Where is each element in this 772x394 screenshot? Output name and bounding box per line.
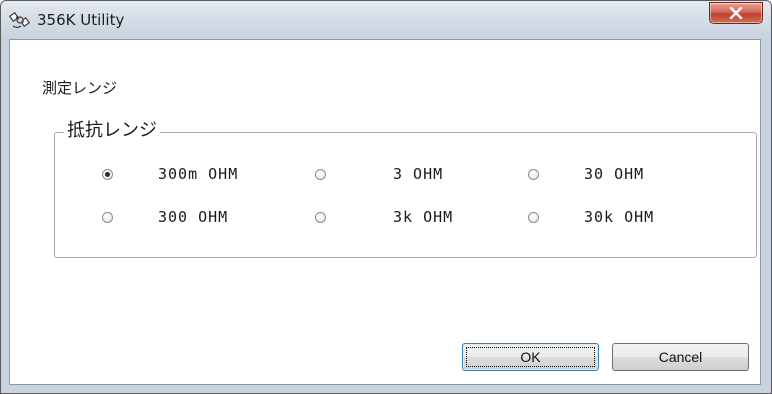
radio-3k-ohm[interactable]: 3k OHM: [315, 207, 535, 229]
groupbox-label: 抵抗レンジ: [64, 120, 160, 142]
close-button[interactable]: [709, 2, 763, 24]
cancel-button-label: Cancel: [658, 349, 703, 365]
radio-label: 30 OHM: [584, 165, 645, 183]
radio-label: 3 OHM: [393, 165, 444, 183]
dialog-window: 356K Utility 測定レンジ 抵抗レンジ 300m OHM 3 OHM …: [0, 0, 772, 394]
radio-label: 30k OHM: [584, 208, 655, 226]
radio-label: 300 OHM: [158, 208, 229, 226]
close-icon: [729, 7, 743, 19]
radio-button[interactable]: [528, 169, 539, 180]
radio-button[interactable]: [315, 212, 326, 223]
radio-button[interactable]: [102, 169, 113, 180]
radio-button[interactable]: [315, 169, 326, 180]
radio-label: 3k OHM: [393, 208, 454, 226]
section-title: 測定レンジ: [42, 79, 118, 97]
radio-300-ohm[interactable]: 300 OHM: [102, 207, 322, 229]
cancel-button[interactable]: Cancel: [612, 343, 749, 371]
radio-button[interactable]: [528, 212, 539, 223]
radio-3-ohm[interactable]: 3 OHM: [315, 164, 535, 186]
radio-selected-dot: [105, 172, 110, 177]
resistance-range-groupbox: [54, 132, 757, 258]
satellite-icon: [8, 9, 31, 31]
window-title: 356K Utility: [37, 11, 125, 29]
radio-30k-ohm[interactable]: 30k OHM: [528, 207, 748, 229]
radio-button[interactable]: [102, 212, 113, 223]
dialog-body: 測定レンジ 抵抗レンジ 300m OHM 3 OHM 30 OHM 300 OH…: [9, 39, 761, 385]
radio-30-ohm[interactable]: 30 OHM: [528, 164, 748, 186]
title-bar[interactable]: 356K Utility: [1, 1, 771, 39]
radio-300m-ohm[interactable]: 300m OHM: [102, 164, 322, 186]
ok-button-label: OK: [520, 349, 541, 365]
radio-label: 300m OHM: [158, 165, 239, 183]
ok-button[interactable]: OK: [462, 343, 599, 371]
